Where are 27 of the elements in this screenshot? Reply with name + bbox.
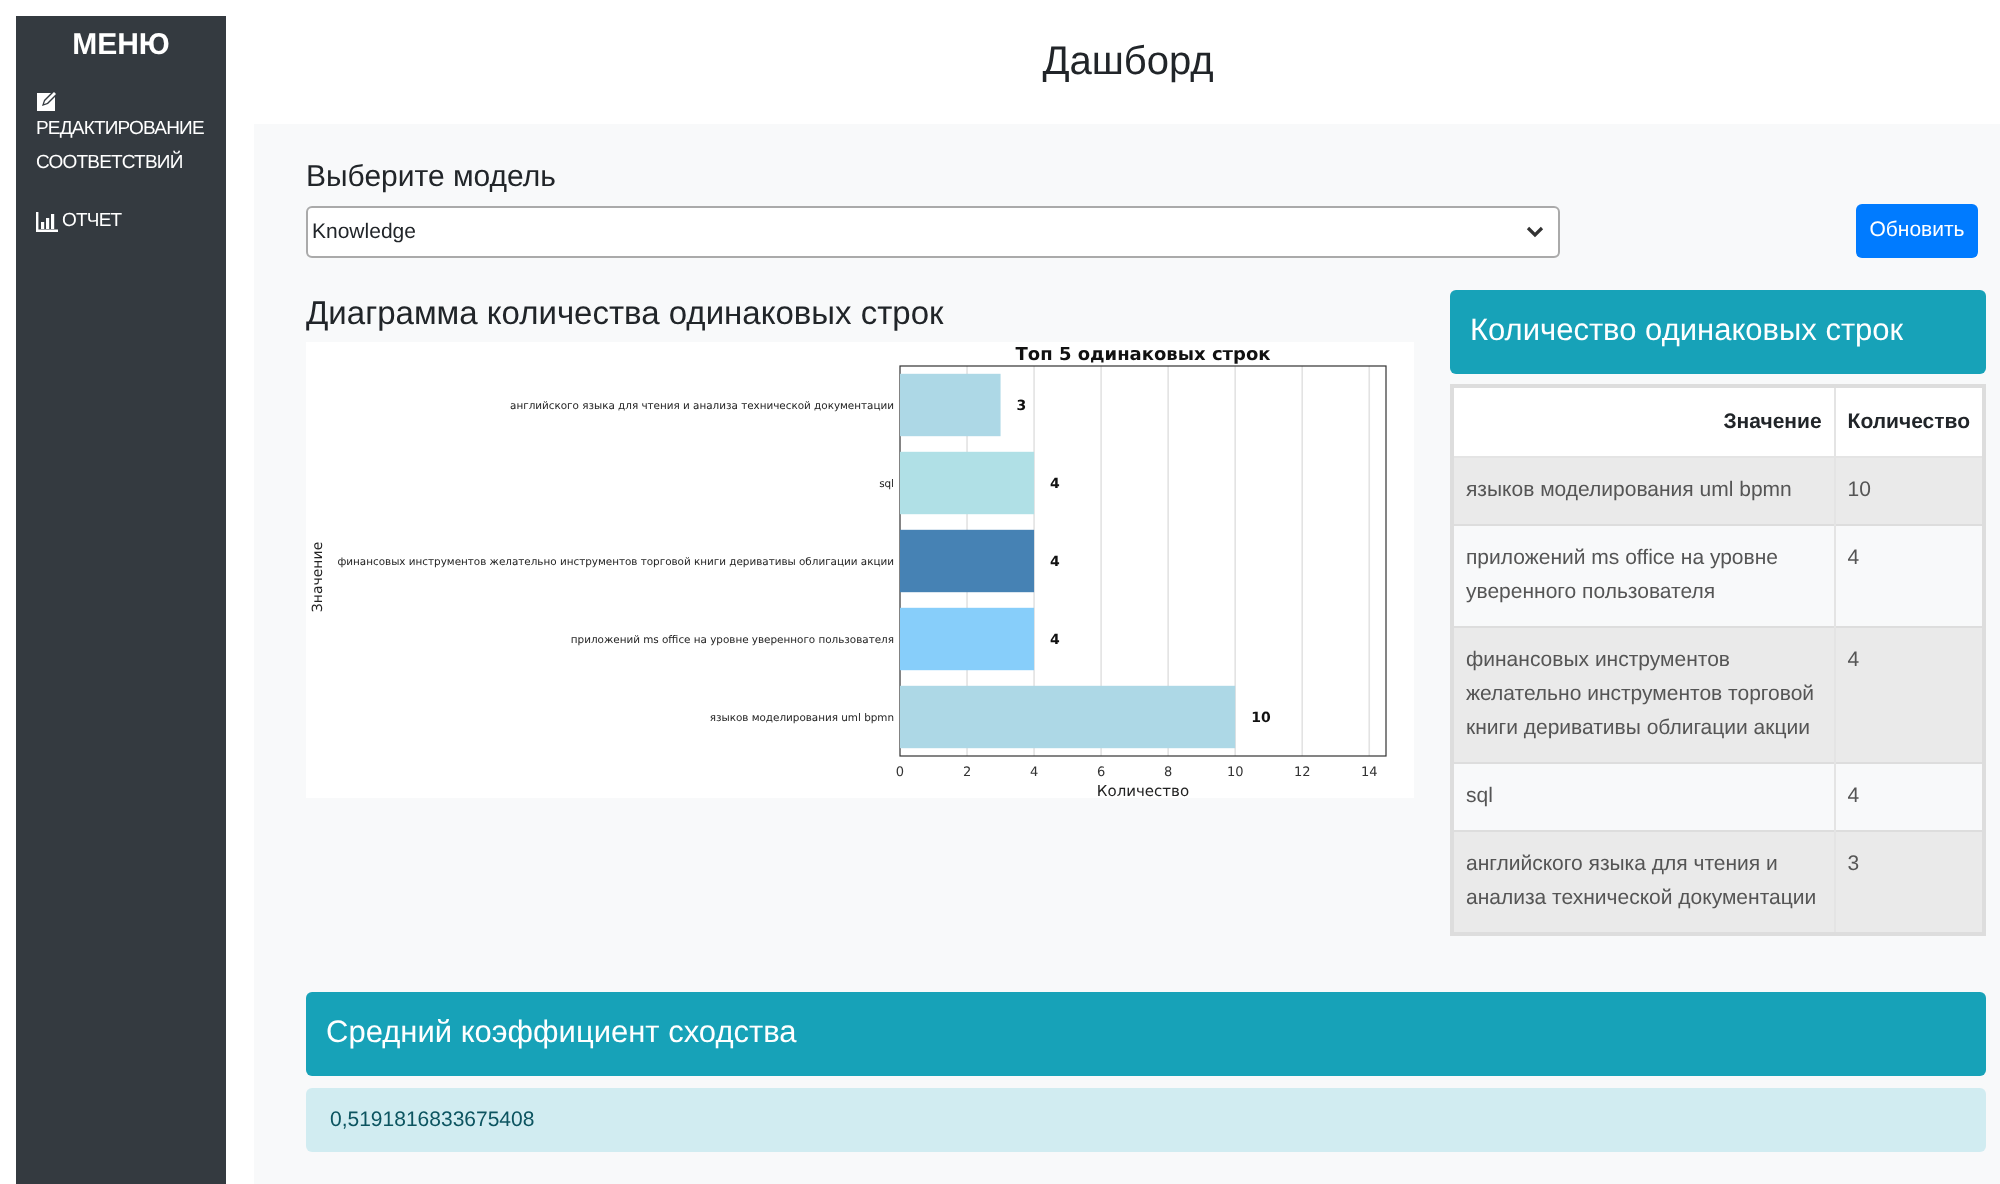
table-cell: 10 xyxy=(1834,457,1984,525)
sidebar-item[interactable]: ОТЧЕТ xyxy=(16,204,226,238)
caret-icon xyxy=(1526,226,1544,238)
chart-heading: Диаграмма количества одинаковых строк xyxy=(306,296,946,334)
bar xyxy=(900,373,1001,437)
bar xyxy=(900,607,1035,671)
table-cell: 3 xyxy=(1834,831,1984,934)
menu-title: МЕНЮ xyxy=(70,28,172,62)
model-select[interactable]: Knowledge xyxy=(306,206,1560,258)
column-header: Количество xyxy=(1834,386,1984,457)
chart-icon xyxy=(36,211,58,231)
table-cell: финансовых инструментов желательно инструментов торговой книги деривативы облигации акции xyxy=(1452,627,1835,763)
bar xyxy=(900,529,1035,593)
column-header: Значение xyxy=(1452,386,1835,457)
refresh-button[interactable]: Обновить xyxy=(1856,203,1978,257)
sidebar-item[interactable]: РЕДАКТИРОВАНИЕ СООТВЕТСТВИЙ xyxy=(16,90,226,180)
page-title: Дашборд xyxy=(1040,40,1216,88)
chart-title: Топ 5 одинаковых строк xyxy=(1015,346,1271,366)
table-cell: английского языка для чтения и анализа технической документации xyxy=(1452,831,1835,934)
card-header: Количество одинаковых строк xyxy=(1450,290,1986,374)
edit-icon xyxy=(36,90,58,112)
similarity-value: 0,5191816833675408 xyxy=(306,1088,1986,1152)
table-cell: 4 xyxy=(1834,627,1984,763)
table-cell: языков моделирования uml bpmn xyxy=(1452,457,1835,525)
card-header: Средний коэффициент сходства xyxy=(306,992,1986,1076)
bar xyxy=(900,451,1035,515)
select-label: Выберите модель xyxy=(306,160,558,194)
